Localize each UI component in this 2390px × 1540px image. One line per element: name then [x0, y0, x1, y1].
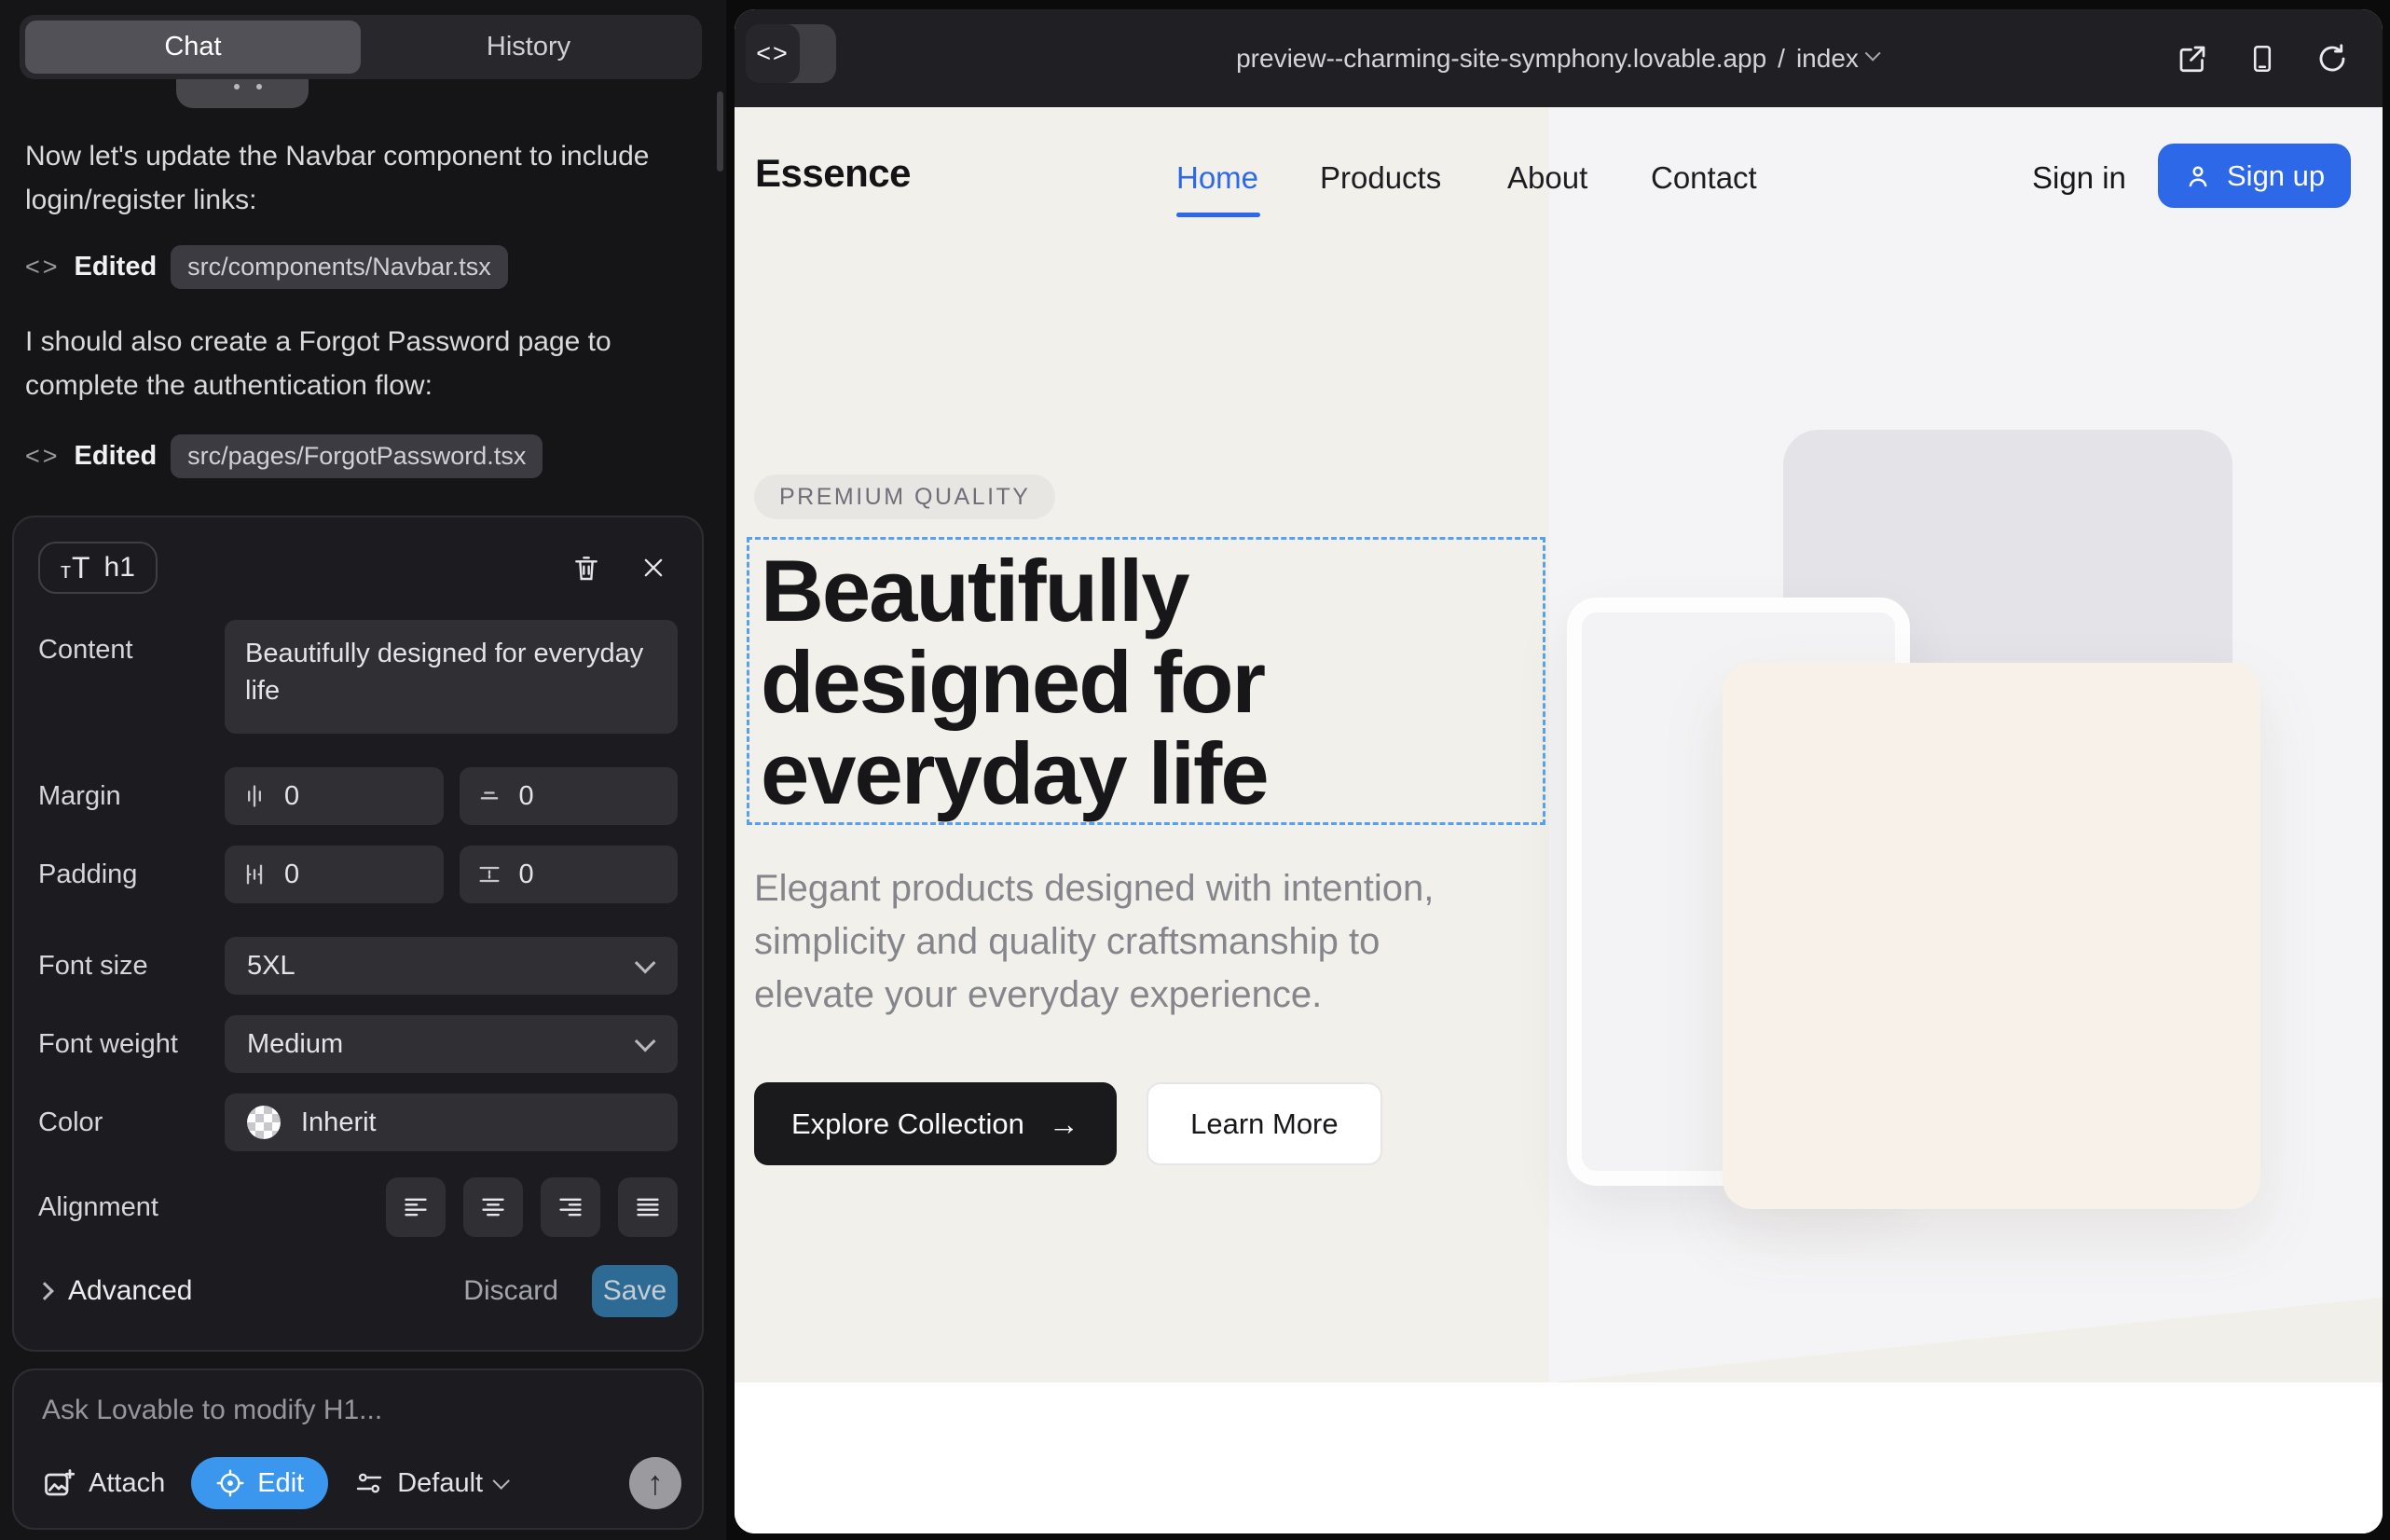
- site-logo[interactable]: Essence: [755, 151, 911, 196]
- advanced-toggle[interactable]: Advanced: [38, 1275, 192, 1307]
- preview-browser-panel: <> preview--charming-site-symphony.lovab…: [735, 9, 2383, 1533]
- next-section-background: [735, 1382, 2383, 1533]
- margin-y-input[interactable]: 0: [460, 767, 679, 825]
- browser-chrome: <> preview--charming-site-symphony.lovab…: [735, 9, 2383, 107]
- margin-label: Margin: [38, 781, 225, 812]
- decorative-card-cream: [1723, 663, 2260, 1209]
- chat-scrollbar[interactable]: [717, 91, 723, 172]
- color-select[interactable]: Inherit: [225, 1093, 678, 1151]
- font-size-select[interactable]: 5XL: [225, 937, 678, 995]
- send-button[interactable]: ↑: [629, 1457, 681, 1509]
- close-icon[interactable]: [640, 555, 666, 581]
- delete-element-icon[interactable]: [571, 552, 601, 584]
- sign-up-button[interactable]: Sign up: [2158, 144, 2351, 208]
- active-nav-underline: [1176, 213, 1260, 217]
- content-input[interactable]: Beautifully designed for everyday life: [225, 620, 678, 734]
- margin-x-input[interactable]: 0: [225, 767, 444, 825]
- element-tag: h1: [104, 552, 135, 584]
- align-right-button[interactable]: [541, 1177, 600, 1237]
- code-icon: <>: [25, 253, 61, 282]
- align-justify-button[interactable]: [618, 1177, 678, 1237]
- file-path-pill[interactable]: src/pages/ForgotPassword.tsx: [171, 434, 543, 478]
- color-label: Color: [38, 1107, 225, 1138]
- discard-button[interactable]: Discard: [463, 1275, 558, 1307]
- padding-x-icon: [241, 861, 268, 887]
- chevron-down-icon: [635, 1031, 656, 1052]
- align-center-button[interactable]: [463, 1177, 523, 1237]
- refresh-icon[interactable]: [2315, 42, 2349, 76]
- assistant-message: Now let's update the Navbar component to…: [25, 134, 692, 222]
- nav-products[interactable]: Products: [1320, 160, 1441, 196]
- chat-sidebar: Chat History Now let's update the Navbar…: [0, 0, 726, 1540]
- hero-description: Elegant products designed with intention…: [754, 862, 1509, 1022]
- edited-file-row[interactable]: <> Edited src/pages/ForgotPassword.tsx: [25, 433, 543, 478]
- padding-y-input[interactable]: 0: [460, 846, 679, 903]
- mode-select[interactable]: Default: [354, 1468, 510, 1499]
- nav-about[interactable]: About: [1507, 160, 1587, 196]
- sidebar-tabbar: Chat History: [20, 15, 702, 79]
- nav-home[interactable]: Home: [1176, 160, 1258, 196]
- file-path-pill[interactable]: src/components/Navbar.tsx: [171, 245, 508, 289]
- nav-contact[interactable]: Contact: [1651, 160, 1757, 196]
- padding-label: Padding: [38, 859, 225, 890]
- alignment-label: Alignment: [38, 1192, 225, 1223]
- user-icon: [2184, 162, 2212, 190]
- edited-file-row[interactable]: <> Edited src/components/Navbar.tsx: [25, 244, 508, 289]
- edit-mode-button[interactable]: Edit: [191, 1457, 328, 1509]
- tab-chat[interactable]: Chat: [25, 21, 361, 74]
- page-name: index: [1796, 44, 1859, 74]
- align-center-icon: [478, 1194, 508, 1220]
- margin-x-icon: [241, 783, 268, 809]
- align-left-icon: [401, 1194, 431, 1220]
- sign-in-link[interactable]: Sign in: [2032, 160, 2126, 196]
- assistant-message: I should also create a Forgot Password p…: [25, 320, 692, 407]
- explore-collection-button[interactable]: Explore Collection →: [754, 1082, 1117, 1165]
- chevron-down-icon: [493, 1472, 510, 1489]
- premium-quality-badge: PREMIUM QUALITY: [754, 474, 1055, 519]
- attach-button[interactable]: Attach: [42, 1466, 165, 1500]
- chat-composer: Attach Edit Default ↑: [12, 1368, 704, 1530]
- code-icon: <>: [25, 442, 61, 471]
- selected-element-badge[interactable]: ᴛT h1: [38, 542, 158, 594]
- crosshair-icon: [215, 1468, 245, 1498]
- font-weight-label: Font weight: [38, 1029, 225, 1060]
- element-editor-panel: ᴛT h1 Content Beautifully designed for e…: [12, 516, 704, 1352]
- arrow-up-icon: ↑: [647, 1464, 664, 1503]
- hero-heading[interactable]: Beautifully designed for everyday life: [749, 540, 1543, 825]
- attach-image-icon: [42, 1466, 76, 1500]
- tab-history[interactable]: History: [361, 21, 696, 74]
- arrow-right-icon: →: [1049, 1107, 1079, 1142]
- code-icon: <>: [746, 24, 800, 83]
- chevron-down-icon: [635, 953, 656, 974]
- scrolled-message-bubble: [176, 79, 309, 108]
- save-button[interactable]: Save: [592, 1265, 678, 1317]
- learn-more-button[interactable]: Learn More: [1147, 1082, 1382, 1165]
- edited-label: Edited: [75, 441, 158, 472]
- sliders-icon: [354, 1468, 384, 1498]
- font-weight-select[interactable]: Medium: [225, 1015, 678, 1073]
- preview-url: preview--charming-site-symphony.lovable.…: [1236, 44, 1766, 74]
- site-viewport: Essence Home Products About Contact Sign…: [735, 107, 2383, 1533]
- text-type-icon: ᴛT: [61, 551, 91, 585]
- padding-x-input[interactable]: 0: [225, 846, 444, 903]
- margin-y-icon: [476, 783, 502, 809]
- selected-element-outline[interactable]: Beautifully designed for everyday life: [747, 537, 1545, 825]
- chevron-down-icon: [1865, 45, 1881, 61]
- mobile-view-icon[interactable]: [2246, 42, 2278, 76]
- align-right-icon: [556, 1194, 585, 1220]
- content-label: Content: [38, 620, 225, 666]
- color-swatch-checker: [247, 1106, 281, 1139]
- font-size-label: Font size: [38, 951, 225, 982]
- open-external-icon[interactable]: [2176, 42, 2209, 76]
- url-bar[interactable]: preview--charming-site-symphony.lovable.…: [1236, 44, 1881, 74]
- align-left-button[interactable]: [386, 1177, 446, 1237]
- composer-input[interactable]: [42, 1395, 674, 1426]
- padding-y-icon: [476, 861, 502, 887]
- edited-label: Edited: [75, 252, 158, 282]
- align-justify-icon: [633, 1194, 663, 1220]
- chevron-right-icon: [35, 1282, 54, 1300]
- code-preview-toggle[interactable]: <>: [746, 24, 836, 83]
